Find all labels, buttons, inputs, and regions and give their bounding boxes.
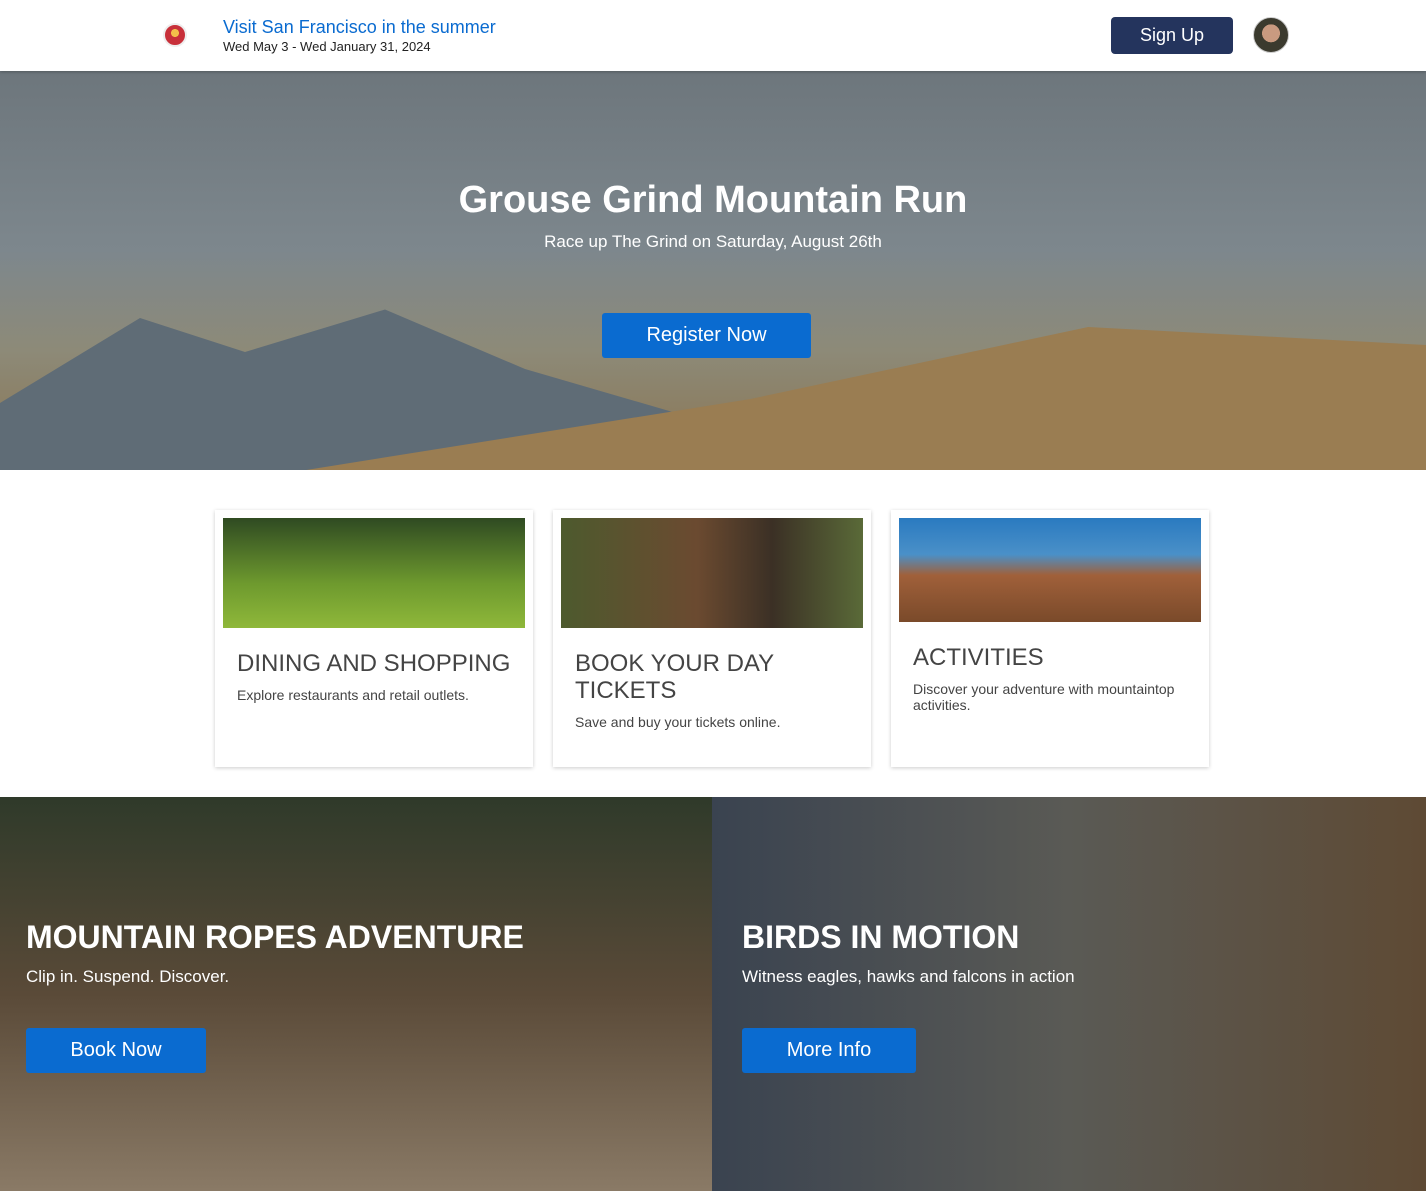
promo-title: BIRDS IN MOTION bbox=[742, 919, 1020, 955]
register-now-button[interactable]: Register Now bbox=[602, 313, 811, 358]
promo-text: Witness eagles, hawks and falcons in act… bbox=[742, 967, 1075, 986]
card-title: DINING AND SHOPPING bbox=[237, 650, 511, 677]
card-title: ACTIVITIES bbox=[913, 644, 1044, 671]
card-image bbox=[899, 518, 1201, 622]
promo-title: MOUNTAIN ROPES ADVENTURE bbox=[26, 919, 524, 955]
event-title-link[interactable]: Visit San Francisco in the summer bbox=[223, 17, 496, 38]
header: Visit San Francisco in the summer Wed Ma… bbox=[0, 0, 1426, 71]
user-avatar[interactable] bbox=[1253, 17, 1289, 53]
card-text: Save and buy your tickets online. bbox=[575, 714, 781, 730]
hero-subtitle: Race up The Grind on Saturday, August 26… bbox=[544, 232, 882, 251]
hero-title: Grouse Grind Mountain Run bbox=[458, 179, 968, 221]
book-now-button[interactable]: Book Now bbox=[26, 1028, 206, 1073]
card-image bbox=[561, 518, 863, 628]
card-tickets[interactable]: BOOK YOUR DAY TICKETS Save and buy your … bbox=[553, 510, 871, 767]
event-dates: Wed May 3 - Wed January 31, 2024 bbox=[223, 39, 431, 54]
card-text: Discover your adventure with mountaintop… bbox=[913, 681, 1175, 713]
promo-birds: BIRDS IN MOTION Witness eagles, hawks an… bbox=[712, 797, 1426, 1191]
card-image bbox=[223, 518, 525, 628]
card-activities[interactable]: ACTIVITIES Discover your adventure with … bbox=[891, 510, 1209, 767]
site-logo[interactable] bbox=[163, 23, 187, 47]
card-text: Explore restaurants and retail outlets. bbox=[237, 687, 469, 703]
more-info-button[interactable]: More Info bbox=[742, 1028, 916, 1073]
sign-up-button[interactable]: Sign Up bbox=[1111, 17, 1233, 54]
hero-banner: Grouse Grind Mountain Run Race up The Gr… bbox=[0, 71, 1426, 470]
card-title: BOOK YOUR DAY TICKETS bbox=[575, 650, 774, 704]
card-dining[interactable]: DINING AND SHOPPING Explore restaurants … bbox=[215, 510, 533, 767]
promo-text: Clip in. Suspend. Discover. bbox=[26, 967, 230, 986]
promo-ropes: MOUNTAIN ROPES ADVENTURE Clip in. Suspen… bbox=[0, 797, 713, 1191]
